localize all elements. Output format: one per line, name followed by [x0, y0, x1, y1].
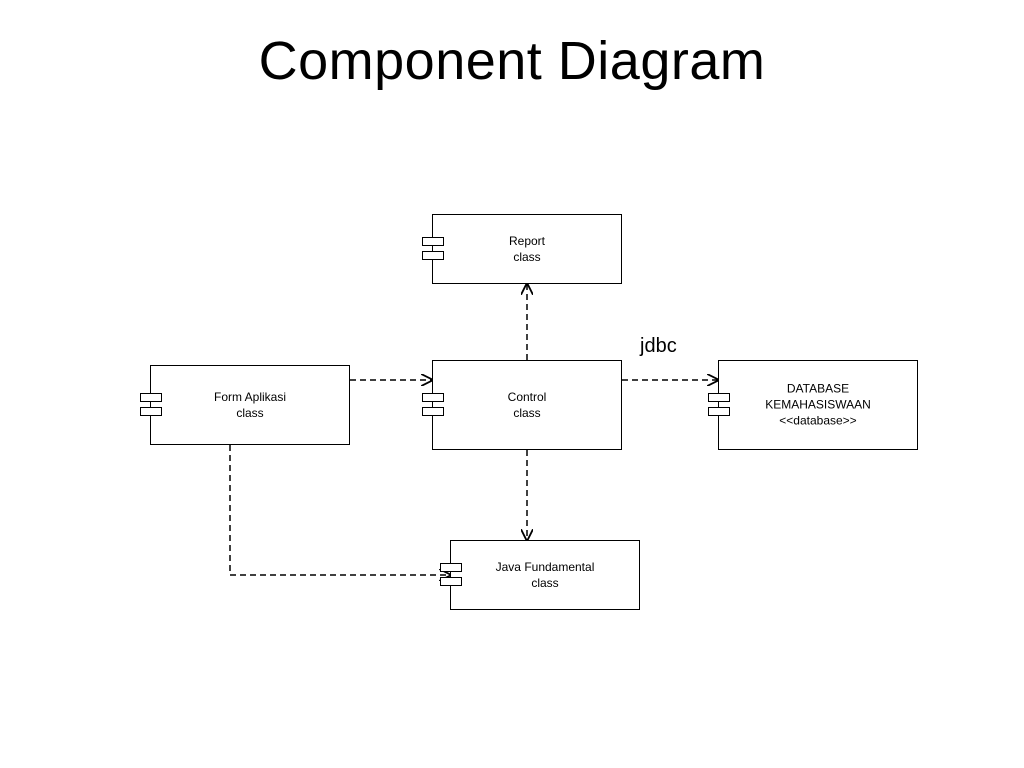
component-tabs-icon	[440, 561, 462, 589]
component-form: Form Aplikasi class	[150, 365, 350, 445]
text: class	[513, 406, 540, 420]
text: DATABASE	[787, 382, 849, 396]
text: Report	[509, 234, 545, 248]
text: class	[513, 250, 540, 264]
edge-label-jdbc: jdbc	[640, 335, 677, 358]
text: Control	[508, 390, 547, 404]
text: class	[236, 406, 263, 420]
component-report: Report class	[432, 214, 622, 284]
text: class	[531, 576, 558, 590]
component-database-label: DATABASE KEMAHASISWAAN <<database>>	[733, 381, 903, 430]
text: Java Fundamental	[496, 560, 595, 574]
component-tabs-icon	[422, 391, 444, 419]
component-control: Control class	[432, 360, 622, 450]
component-database: DATABASE KEMAHASISWAAN <<database>>	[718, 360, 918, 450]
diagram-canvas: jdbc Report class Form Aplikasi class Co…	[0, 0, 1024, 768]
text: <<database>>	[779, 414, 856, 428]
edge-form-to-java	[230, 445, 450, 575]
component-tabs-icon	[708, 391, 730, 419]
component-report-label: Report class	[509, 233, 545, 265]
component-tabs-icon	[422, 235, 444, 263]
component-tabs-icon	[140, 391, 162, 419]
text: KEMAHASISWAAN	[765, 398, 871, 412]
component-form-label: Form Aplikasi class	[214, 389, 286, 421]
text: Form Aplikasi	[214, 390, 286, 404]
component-control-label: Control class	[508, 389, 547, 421]
component-java: Java Fundamental class	[450, 540, 640, 610]
component-java-label: Java Fundamental class	[496, 559, 595, 591]
